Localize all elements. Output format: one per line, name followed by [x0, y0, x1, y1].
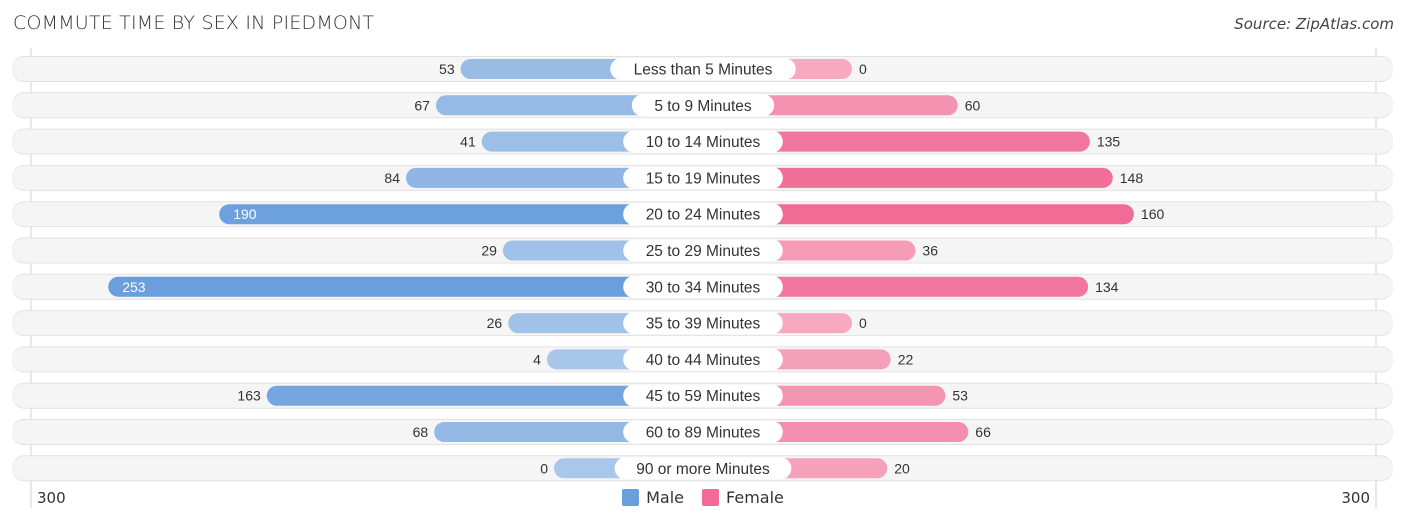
value-label-male: 67	[414, 97, 430, 113]
value-label-female: 160	[1141, 206, 1165, 222]
value-label-female: 66	[975, 424, 991, 440]
value-label-female: 134	[1095, 279, 1119, 295]
category-label: 10 to 14 Minutes	[646, 134, 761, 151]
value-label-male: 84	[384, 170, 400, 186]
legend-item-male[interactable]: Male	[622, 488, 684, 507]
value-label-male: 68	[413, 424, 429, 440]
value-label-male: 163	[237, 388, 261, 404]
value-label-female: 148	[1120, 170, 1144, 186]
value-label-male: 29	[481, 243, 497, 259]
category-label: 60 to 89 Minutes	[646, 425, 761, 442]
value-label-female: 36	[922, 243, 938, 259]
value-label-female: 53	[952, 388, 968, 404]
value-label-female: 20	[894, 460, 910, 476]
category-label: Less than 5 Minutes	[634, 62, 773, 79]
bar-male	[108, 276, 704, 297]
category-label: 90 or more Minutes	[636, 461, 770, 478]
value-label-male: 26	[487, 315, 503, 331]
value-label-male: 4	[533, 351, 541, 367]
value-label-male: 41	[460, 134, 476, 150]
category-label: 30 to 34 Minutes	[646, 279, 761, 296]
category-label: 25 to 29 Minutes	[646, 243, 761, 260]
legend-swatch-female	[702, 489, 720, 506]
category-label: 40 to 44 Minutes	[646, 352, 761, 369]
value-label-male: 53	[439, 61, 455, 77]
category-label: 35 to 39 Minutes	[646, 316, 761, 333]
legend-label-male: Male	[646, 488, 685, 507]
legend-label-female: Female	[726, 488, 784, 507]
category-label: 45 to 59 Minutes	[646, 388, 761, 405]
value-label-female: 0	[859, 61, 867, 77]
value-label-male: 253	[122, 279, 146, 295]
chart-plot: Less than 5 Minutes 53 0 5 to 9 Minutes 67 60…	[12, 48, 1393, 508]
value-label-female: 60	[965, 97, 981, 113]
legend: Male Female	[0, 488, 1406, 507]
value-label-female: 0	[859, 315, 867, 331]
category-label: 5 to 9 Minutes	[654, 98, 752, 115]
value-label-male: 190	[233, 206, 257, 222]
legend-swatch-male	[622, 489, 640, 506]
value-label-female: 22	[898, 351, 914, 367]
category-label: 20 to 24 Minutes	[646, 207, 761, 224]
category-label: 15 to 19 Minutes	[646, 170, 761, 187]
legend-item-female[interactable]: Female	[702, 488, 784, 507]
value-label-male: 0	[540, 460, 548, 476]
value-label-female: 135	[1097, 134, 1121, 150]
